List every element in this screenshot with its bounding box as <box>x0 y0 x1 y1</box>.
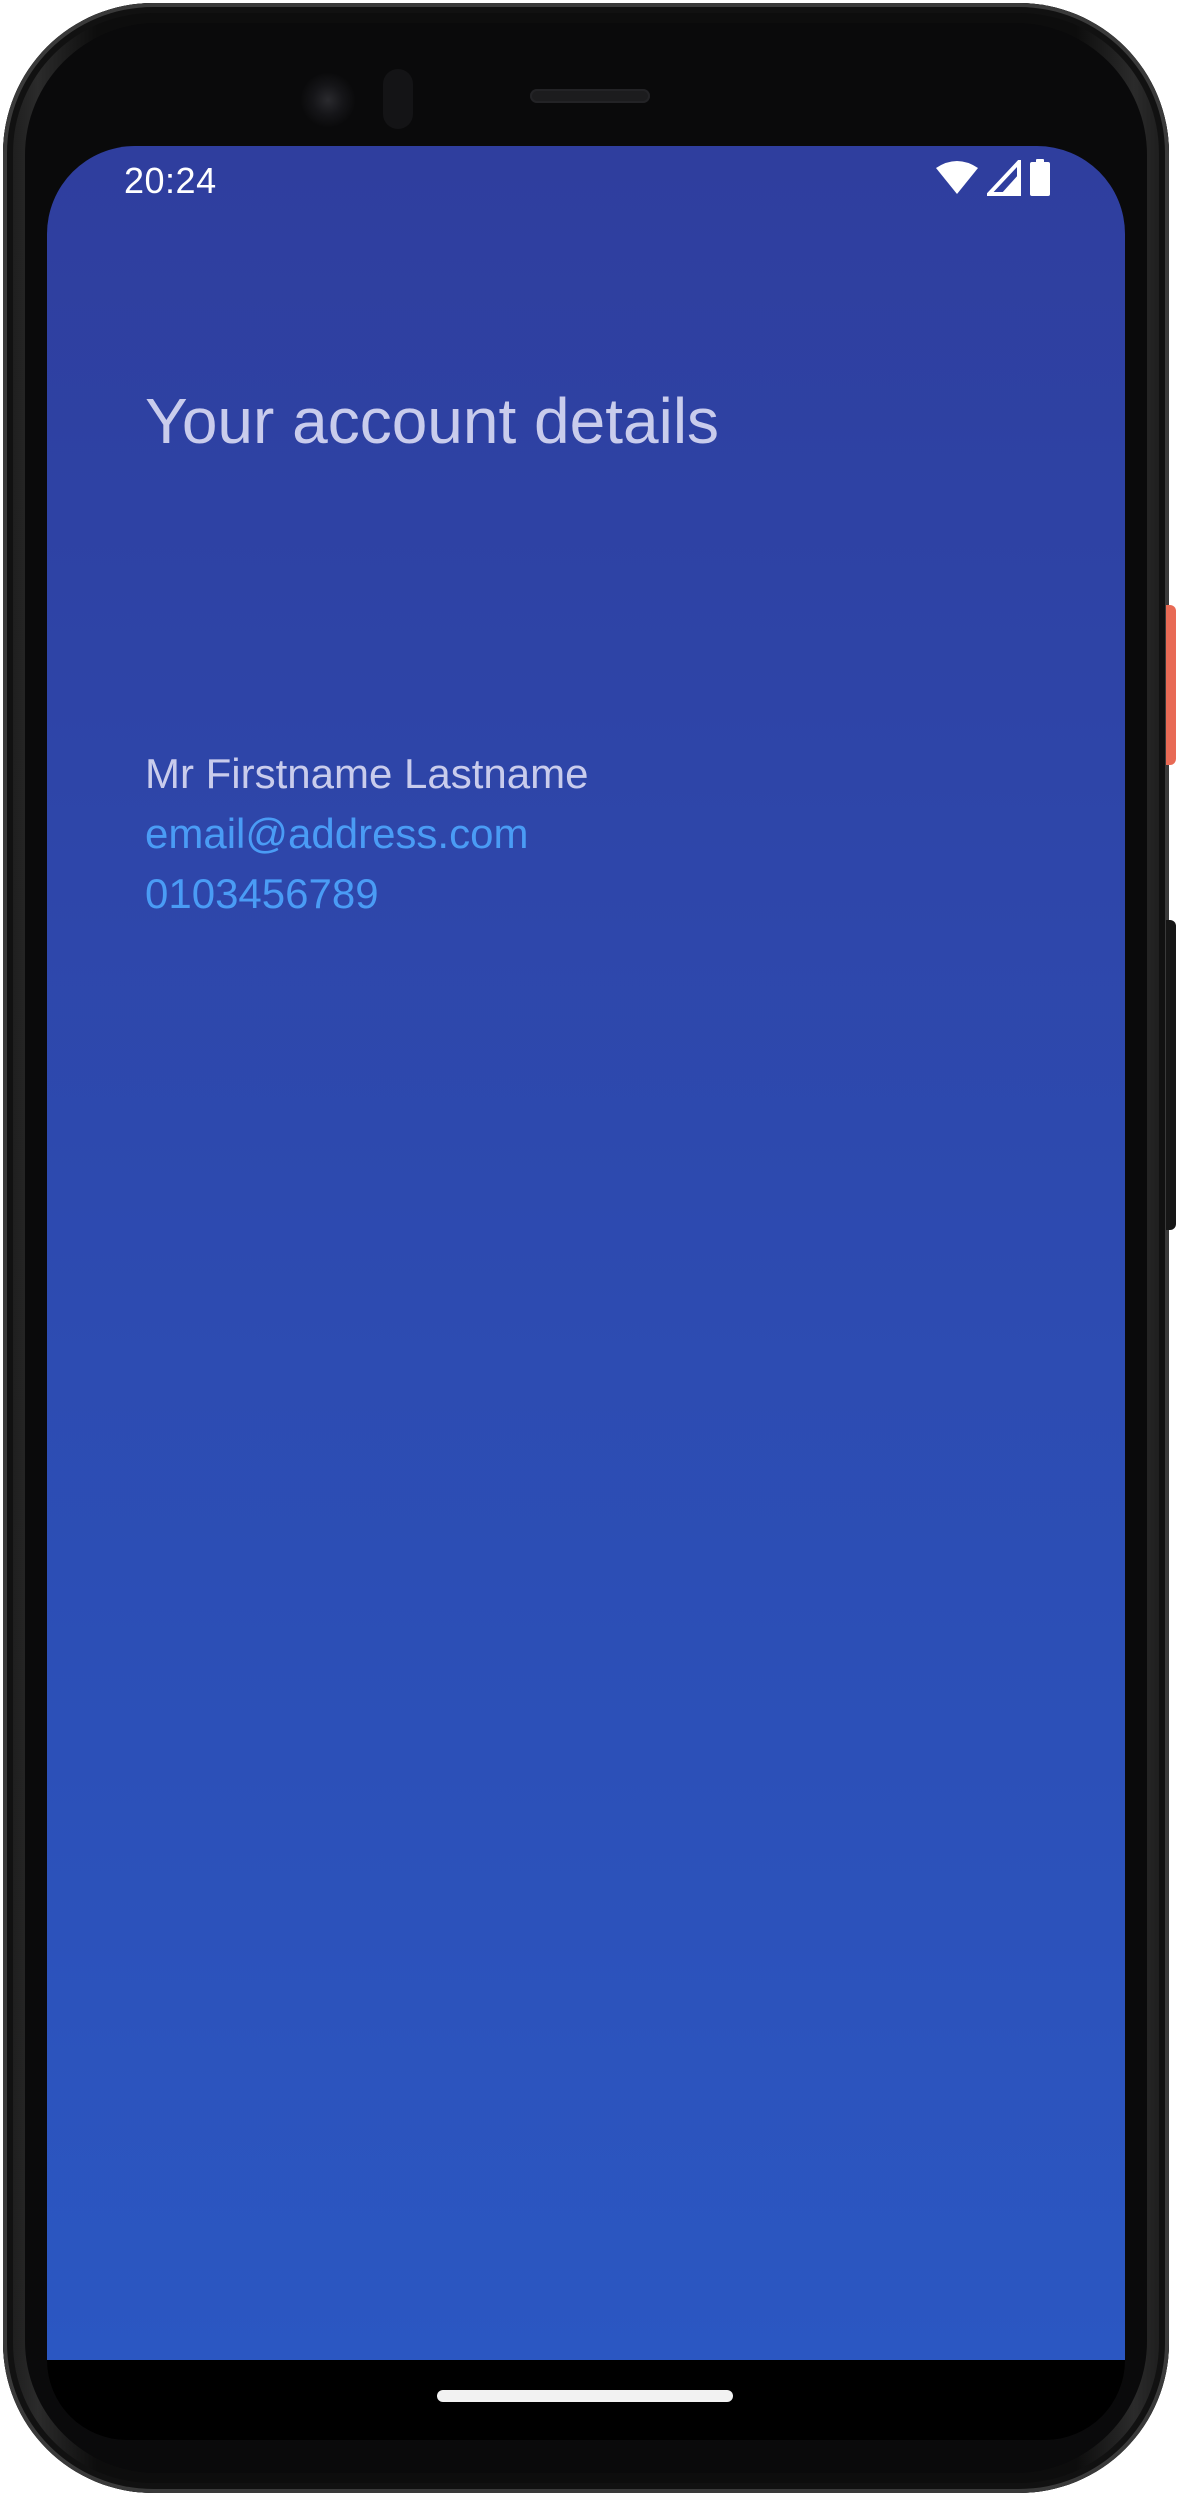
volume-button <box>1166 920 1176 1230</box>
contact-details: Mr Firstname Lastname email@address.com … <box>145 744 1025 924</box>
gesture-nav-bar <box>47 2360 1125 2440</box>
page-title: Your account details <box>145 385 720 457</box>
home-gesture-handle[interactable] <box>437 2390 733 2402</box>
account-name: Mr Firstname Lastname <box>145 750 589 797</box>
status-time: 20:24 <box>124 160 217 201</box>
wifi-icon <box>935 160 979 201</box>
status-bar: 20:24 <box>47 146 1125 216</box>
status-icons <box>935 156 1051 202</box>
earpiece-speaker <box>530 89 650 103</box>
app-screen: 20:24 Your account details Mr Firstname … <box>47 146 1125 2360</box>
front-camera <box>301 73 355 127</box>
phone-link[interactable]: 0103456789 <box>145 864 1025 924</box>
proximity-sensor <box>383 69 413 129</box>
account-details-panel: Your account details Mr Firstname Lastna… <box>145 385 1025 917</box>
power-button <box>1166 605 1176 765</box>
email-link[interactable]: email@address.com <box>145 804 1025 864</box>
battery-icon <box>1029 158 1051 202</box>
cell-signal-icon <box>984 156 1021 201</box>
